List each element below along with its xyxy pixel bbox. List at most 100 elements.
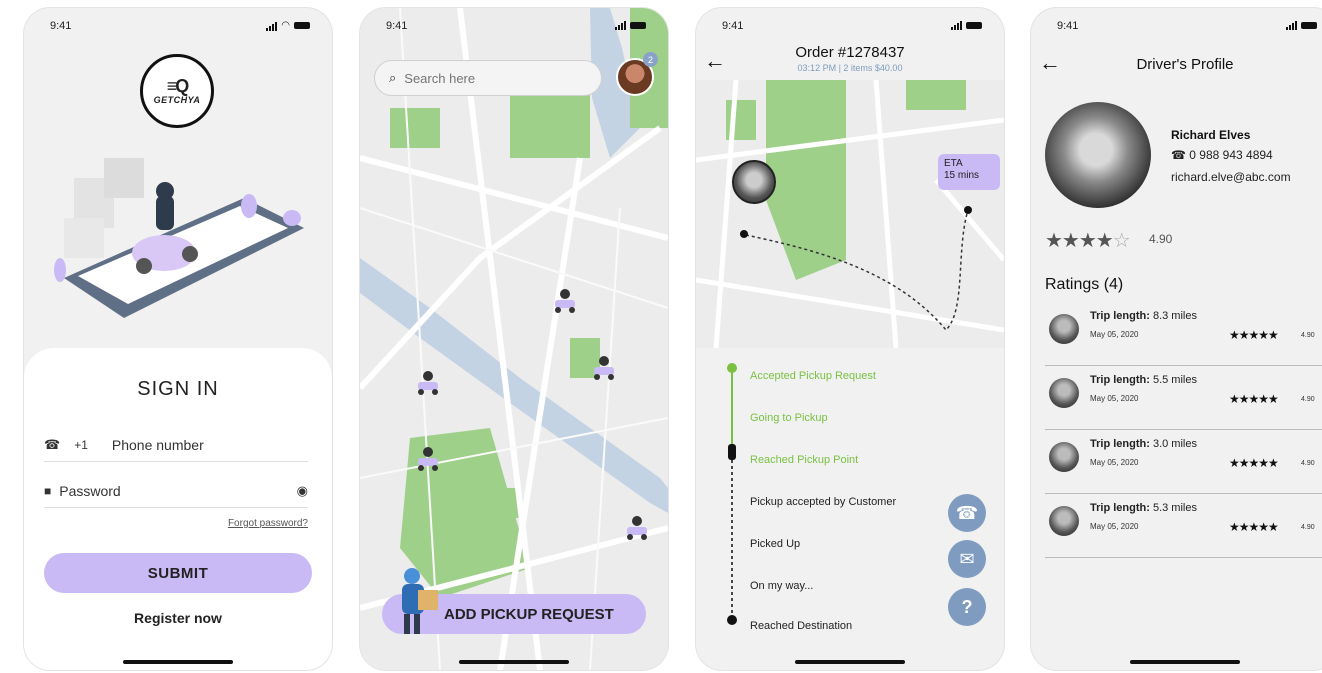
call-button[interactable]: ☎ <box>948 494 986 532</box>
trip-date: May 05, 2020 <box>1090 330 1139 339</box>
driver-map-avatar[interactable] <box>732 160 776 204</box>
driver-email[interactable]: richard.elve@abc.com <box>1171 170 1291 184</box>
step-item: On my way... <box>750 580 814 592</box>
battery-icon <box>1301 21 1317 29</box>
rating-row[interactable]: Trip length: 3.0 miles May 05, 2020 ★★★★… <box>1045 430 1322 494</box>
phone-icon: ☎ <box>1171 148 1186 162</box>
scooter-marker-icon[interactable] <box>592 353 616 381</box>
review-stars-icon: ★★★★★ <box>1229 520 1279 534</box>
battery-icon <box>294 22 310 29</box>
password-field[interactable]: ■ Password ◉ <box>44 474 308 508</box>
reviewer-avatar <box>1049 378 1079 408</box>
app-logo: ≡Q GETCHYA <box>140 54 214 128</box>
step-item: Reached Pickup Point <box>750 454 859 466</box>
ratings-heading: Ratings (4) <box>1045 276 1124 293</box>
search-bar[interactable]: ⌕ <box>374 60 602 96</box>
step-item: Picked Up <box>750 538 801 550</box>
signal-icon <box>1286 20 1297 30</box>
country-code[interactable]: +1 <box>74 438 88 452</box>
step-item: Accepted Pickup Request <box>750 370 876 382</box>
reviewer-avatar <box>1049 506 1079 536</box>
order-header: Order #1278437 03:12 PM | 2 items $40.00 <box>696 44 1004 73</box>
help-button[interactable]: ? <box>948 588 986 626</box>
search-input[interactable] <box>404 70 575 86</box>
submit-button[interactable]: SUBMIT <box>44 553 312 593</box>
trip-length: Trip length: 8.3 miles <box>1090 310 1197 322</box>
route-map[interactable] <box>696 80 1004 348</box>
trip-length-value: 5.5 miles <box>1152 374 1197 386</box>
lock-icon: ■ <box>44 483 52 498</box>
scooter-marker-icon[interactable] <box>625 513 649 541</box>
driver-profile-screen: 9:41 ← Driver's Profile Richard Elves ☎ … <box>1031 8 1322 670</box>
scooter-marker-icon[interactable] <box>416 368 440 396</box>
status-bar: 9:41 ◠ <box>24 18 332 38</box>
signal-icon <box>615 20 626 30</box>
step-item: Going to Pickup <box>750 412 828 424</box>
driver-name: Richard Elves <box>1171 128 1251 142</box>
rating-row[interactable]: Trip length: 8.3 miles May 05, 2020 ★★★★… <box>1045 302 1322 366</box>
review-stars-icon: ★★★★★ <box>1229 392 1279 406</box>
rating-row[interactable]: Trip length: 5.5 miles May 05, 2020 ★★★★… <box>1045 366 1322 430</box>
phone-icon: ☎ <box>955 502 979 523</box>
signin-title: SIGN IN <box>137 378 219 400</box>
register-link[interactable]: Register now <box>24 610 332 626</box>
scooter-marker-icon[interactable] <box>553 286 577 314</box>
help-icon: ? <box>961 596 973 617</box>
search-icon: ⌕ <box>389 70 397 85</box>
back-arrow-icon[interactable]: ← <box>1039 50 1061 76</box>
status-bar: 9:41 <box>1031 18 1322 38</box>
notification-badge: 2 <box>643 52 658 67</box>
trip-length-label: Trip length: <box>1090 374 1150 386</box>
review-score: 4.90 <box>1301 524 1315 531</box>
logo-text: GETCHYA <box>153 95 201 105</box>
eta-label: ETA <box>944 158 963 169</box>
trip-length: Trip length: 5.5 miles <box>1090 374 1197 386</box>
signal-icon <box>266 21 278 31</box>
status-bar: 9:41 <box>360 18 668 38</box>
home-indicator <box>123 660 233 664</box>
back-arrow-icon[interactable]: ← <box>704 48 726 74</box>
chat-icon: ✉ <box>959 548 975 569</box>
chat-button[interactable]: ✉ <box>948 540 986 578</box>
trip-date: May 05, 2020 <box>1090 522 1139 531</box>
trip-length: Trip length: 5.3 miles <box>1090 502 1197 514</box>
trip-length-value: 5.3 miles <box>1152 502 1197 514</box>
status-bar: 9:41 <box>696 18 1004 38</box>
review-stars-icon: ★★★★★ <box>1229 456 1279 470</box>
signin-card: SIGN IN ☎ +1 Phone number ■ Password ◉ F… <box>24 348 332 670</box>
eye-icon[interactable]: ◉ <box>297 483 308 499</box>
password-input-placeholder[interactable]: Password <box>59 483 296 499</box>
reviewer-avatar <box>1049 442 1079 472</box>
page-title: Driver's Profile <box>1136 56 1234 73</box>
status-icons: ◠ <box>266 20 310 31</box>
courier-icon <box>402 568 438 634</box>
rating-row[interactable]: Trip length: 5.3 miles May 05, 2020 ★★★★… <box>1045 494 1322 558</box>
status-time: 9:41 <box>50 20 72 32</box>
rating-stars-icon: ★★★★☆ <box>1045 230 1131 252</box>
driver-avatar <box>1045 102 1151 208</box>
home-indicator <box>795 660 905 664</box>
delivery-illustration <box>54 158 304 318</box>
signin-screen: 9:41 ◠ ≡Q GETCHYA SIGN IN ☎ +1 Phone num… <box>24 8 332 670</box>
review-score: 4.90 <box>1301 332 1315 339</box>
review-score: 4.90 <box>1301 460 1315 467</box>
review-stars-icon: ★★★★★ <box>1229 328 1279 342</box>
status-time: 9:41 <box>722 20 744 32</box>
phone-field[interactable]: ☎ +1 Phone number <box>44 428 308 462</box>
logo-mark-icon: ≡Q <box>166 76 189 96</box>
driver-phone[interactable]: ☎ 0 988 943 4894 <box>1171 148 1273 162</box>
forgot-password-link[interactable]: Forgot password? <box>228 518 308 529</box>
scooter-marker-icon[interactable] <box>416 444 440 472</box>
review-score: 4.90 <box>1301 396 1315 403</box>
trip-length-label: Trip length: <box>1090 310 1150 322</box>
status-icons <box>1286 20 1317 30</box>
rating-value: 4.90 <box>1149 232 1173 246</box>
phone-input-placeholder[interactable]: Phone number <box>112 437 204 453</box>
battery-icon <box>966 21 982 29</box>
eta-value: 15 mins <box>944 170 980 181</box>
home-indicator <box>459 660 569 664</box>
trip-date: May 05, 2020 <box>1090 394 1139 403</box>
signal-icon <box>951 20 962 30</box>
trip-length-label: Trip length: <box>1090 502 1150 514</box>
battery-icon <box>630 21 646 29</box>
